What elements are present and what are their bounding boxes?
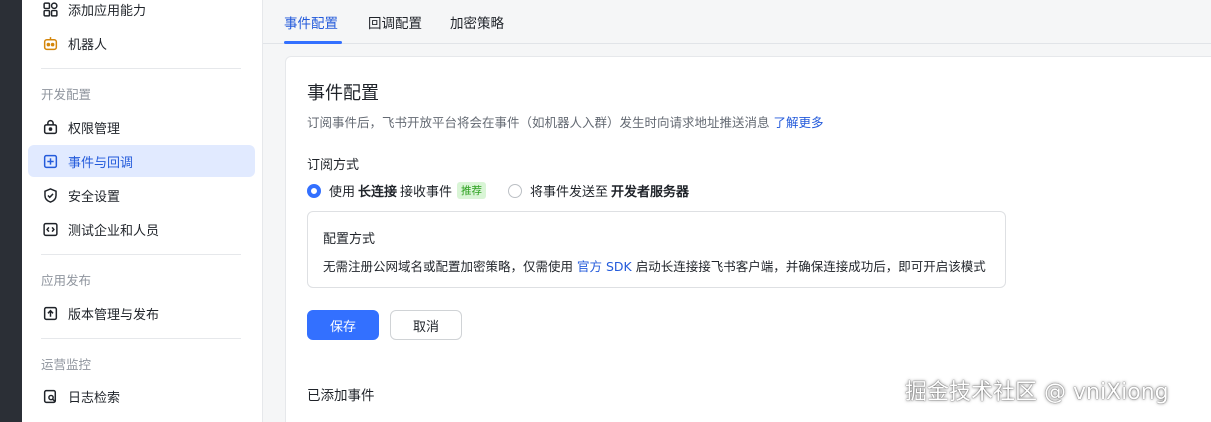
official-sdk-link[interactable]: 官方 SDK xyxy=(577,259,632,274)
sidebar-item-add-capability[interactable]: 添加应用能力 xyxy=(28,0,255,25)
recommended-badge: 推荐 xyxy=(457,182,487,199)
page-title: 事件配置 xyxy=(307,83,379,104)
event-icon xyxy=(41,152,59,170)
save-button[interactable]: 保存 xyxy=(307,310,379,340)
sidebar-item-robot[interactable]: 机器人 xyxy=(28,27,255,59)
radio-checked-icon[interactable] xyxy=(307,183,321,198)
tab-event-config[interactable]: 事件配置 xyxy=(284,12,338,32)
radio-developer-server[interactable]: 将事件发送至 开发者服务器 xyxy=(508,181,692,200)
sidebar-item-permissions[interactable]: 权限管理 xyxy=(28,111,255,143)
section-label-publish: 应用发布 xyxy=(41,273,92,288)
info-text-pre: 无需注册公网域名或配置加密策略，仅需使用 xyxy=(323,259,574,274)
info-text: 无需注册公网域名或配置加密策略，仅需使用 官方 SDK 启动长连接接飞书客户端，… xyxy=(323,256,986,275)
apps-icon xyxy=(41,0,59,18)
option-text: 使用 xyxy=(329,185,356,200)
sidebar-item-events-callbacks[interactable]: 事件与回调 xyxy=(28,145,255,177)
watermark: 掘金技术社区 @ vniXiong xyxy=(905,380,1169,405)
lock-icon xyxy=(41,118,59,136)
option-bold-text: 开发者服务器 xyxy=(611,185,690,200)
subscribe-mode-label: 订阅方式 xyxy=(307,158,360,173)
card-description: 订阅事件后，飞书开放平台将会在事件（如机器人入群）发生时向请求地址推送消息 了解… xyxy=(307,112,824,131)
info-text-post: 启动长连接接飞书客户端，并确保连接成功后，即可开启该模式 xyxy=(635,259,986,274)
sidebar-divider xyxy=(41,254,241,255)
sidebar-item-log-search[interactable]: 日志检索 xyxy=(28,380,255,412)
log-search-icon xyxy=(41,387,59,405)
sidebar: 添加应用能力 机器人 开发配置 权限管理 事件与回调 安全设置 测试企业和人员 … xyxy=(22,0,263,422)
robot-icon xyxy=(41,34,59,52)
section-label-monitoring: 运营监控 xyxy=(41,357,92,372)
main-content: 事件配置 回调配置 加密策略 事件配置 订阅事件后，飞书开放平台将会在事件（如机… xyxy=(263,0,1211,422)
tab-bar: 事件配置 回调配置 加密策略 xyxy=(263,0,1211,44)
info-title: 配置方式 xyxy=(323,232,376,247)
shield-icon xyxy=(41,186,59,204)
sidebar-item-label: 添加应用能力 xyxy=(68,3,147,19)
option-text: 将事件发送至 xyxy=(530,185,609,200)
radio-long-connection[interactable]: 使用 长连接 接收事件 推荐 xyxy=(307,181,487,200)
config-info-box: 配置方式 无需注册公网域名或配置加密策略，仅需使用 官方 SDK 启动长连接接飞… xyxy=(307,211,1006,288)
tab-encryption[interactable]: 加密策略 xyxy=(450,12,504,32)
sidebar-item-version-publish[interactable]: 版本管理与发布 xyxy=(28,297,255,329)
cancel-button[interactable]: 取消 xyxy=(390,310,462,340)
sidebar-item-label: 机器人 xyxy=(68,37,108,53)
learn-more-link[interactable]: 了解更多 xyxy=(774,115,824,130)
tab-callback-config[interactable]: 回调配置 xyxy=(368,12,422,32)
sidebar-item-label: 日志检索 xyxy=(68,390,121,406)
upload-icon xyxy=(41,304,59,322)
sidebar-divider xyxy=(41,68,241,69)
sidebar-item-label: 测试企业和人员 xyxy=(68,223,160,239)
active-tab-indicator xyxy=(284,41,342,44)
sidebar-divider xyxy=(41,338,241,339)
option-text: 接收事件 xyxy=(400,185,453,200)
radio-unchecked-icon[interactable] xyxy=(508,183,522,198)
sidebar-item-test-org[interactable]: 测试企业和人员 xyxy=(28,213,255,245)
sidebar-item-label: 权限管理 xyxy=(68,121,121,137)
app-rail xyxy=(0,0,22,422)
added-events-title: 已添加事件 xyxy=(307,388,375,404)
event-config-card: 事件配置 订阅事件后，飞书开放平台将会在事件（如机器人入群）发生时向请求地址推送… xyxy=(285,56,1211,422)
sidebar-item-label: 事件与回调 xyxy=(68,155,134,171)
sidebar-item-security[interactable]: 安全设置 xyxy=(28,179,255,211)
description-text: 订阅事件后，飞书开放平台将会在事件（如机器人入群）发生时向请求地址推送消息 xyxy=(307,115,770,130)
sidebar-item-label: 版本管理与发布 xyxy=(68,307,160,323)
code-icon xyxy=(41,220,59,238)
option-bold-text: 长连接 xyxy=(358,185,398,200)
sidebar-item-label: 安全设置 xyxy=(68,189,121,205)
section-label-dev-config: 开发配置 xyxy=(41,87,92,102)
